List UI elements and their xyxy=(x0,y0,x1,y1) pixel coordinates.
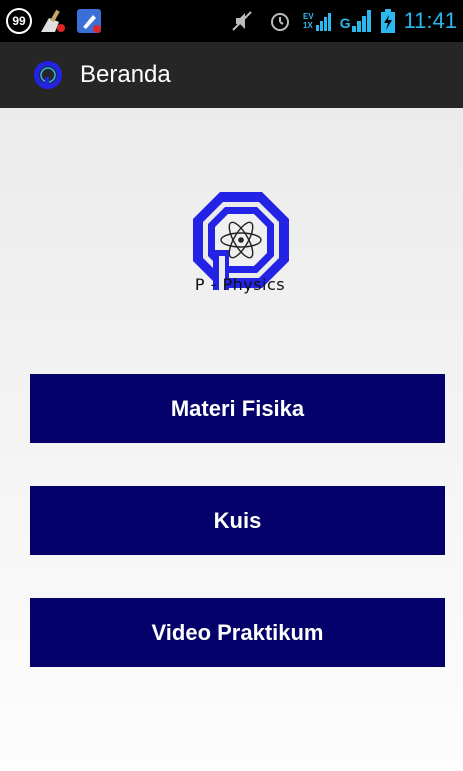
screen: 99 EV 1X G 11:41 Beranda P - Physics Mat… xyxy=(0,0,463,771)
status-right-icons: EV 1X G 11:41 xyxy=(227,6,457,36)
video-praktikum-button[interactable]: Video Praktikum xyxy=(30,598,445,667)
network-type-top: EV xyxy=(303,12,314,21)
data-signal-icon: EV 1X xyxy=(303,11,332,31)
notification-count-badge: 99 xyxy=(6,8,32,34)
app-logo-icon[interactable] xyxy=(32,59,64,91)
cleaner-app-icon xyxy=(38,6,68,36)
status-time: 11:41 xyxy=(403,8,457,33)
main-content: P - Physics Materi Fisika Kuis Video Pra… xyxy=(0,108,463,771)
logo-text: P - Physics xyxy=(194,275,286,294)
rocket-app-icon xyxy=(74,6,104,36)
status-left-icons: 99 xyxy=(6,6,104,36)
muted-icon xyxy=(227,6,257,36)
alarm-icon xyxy=(265,6,295,36)
kuis-button[interactable]: Kuis xyxy=(30,486,445,555)
page-title: Beranda xyxy=(80,61,171,88)
network-type-bottom: 1X xyxy=(303,21,313,30)
status-bar: 99 EV 1X G 11:41 xyxy=(0,0,463,42)
cell-network-label: G xyxy=(339,15,351,31)
materi-fisika-button[interactable]: Materi Fisika xyxy=(30,374,445,443)
action-bar: Beranda xyxy=(0,42,463,108)
battery-charging-icon xyxy=(380,6,396,36)
cell-signal-icon: G xyxy=(340,10,372,32)
